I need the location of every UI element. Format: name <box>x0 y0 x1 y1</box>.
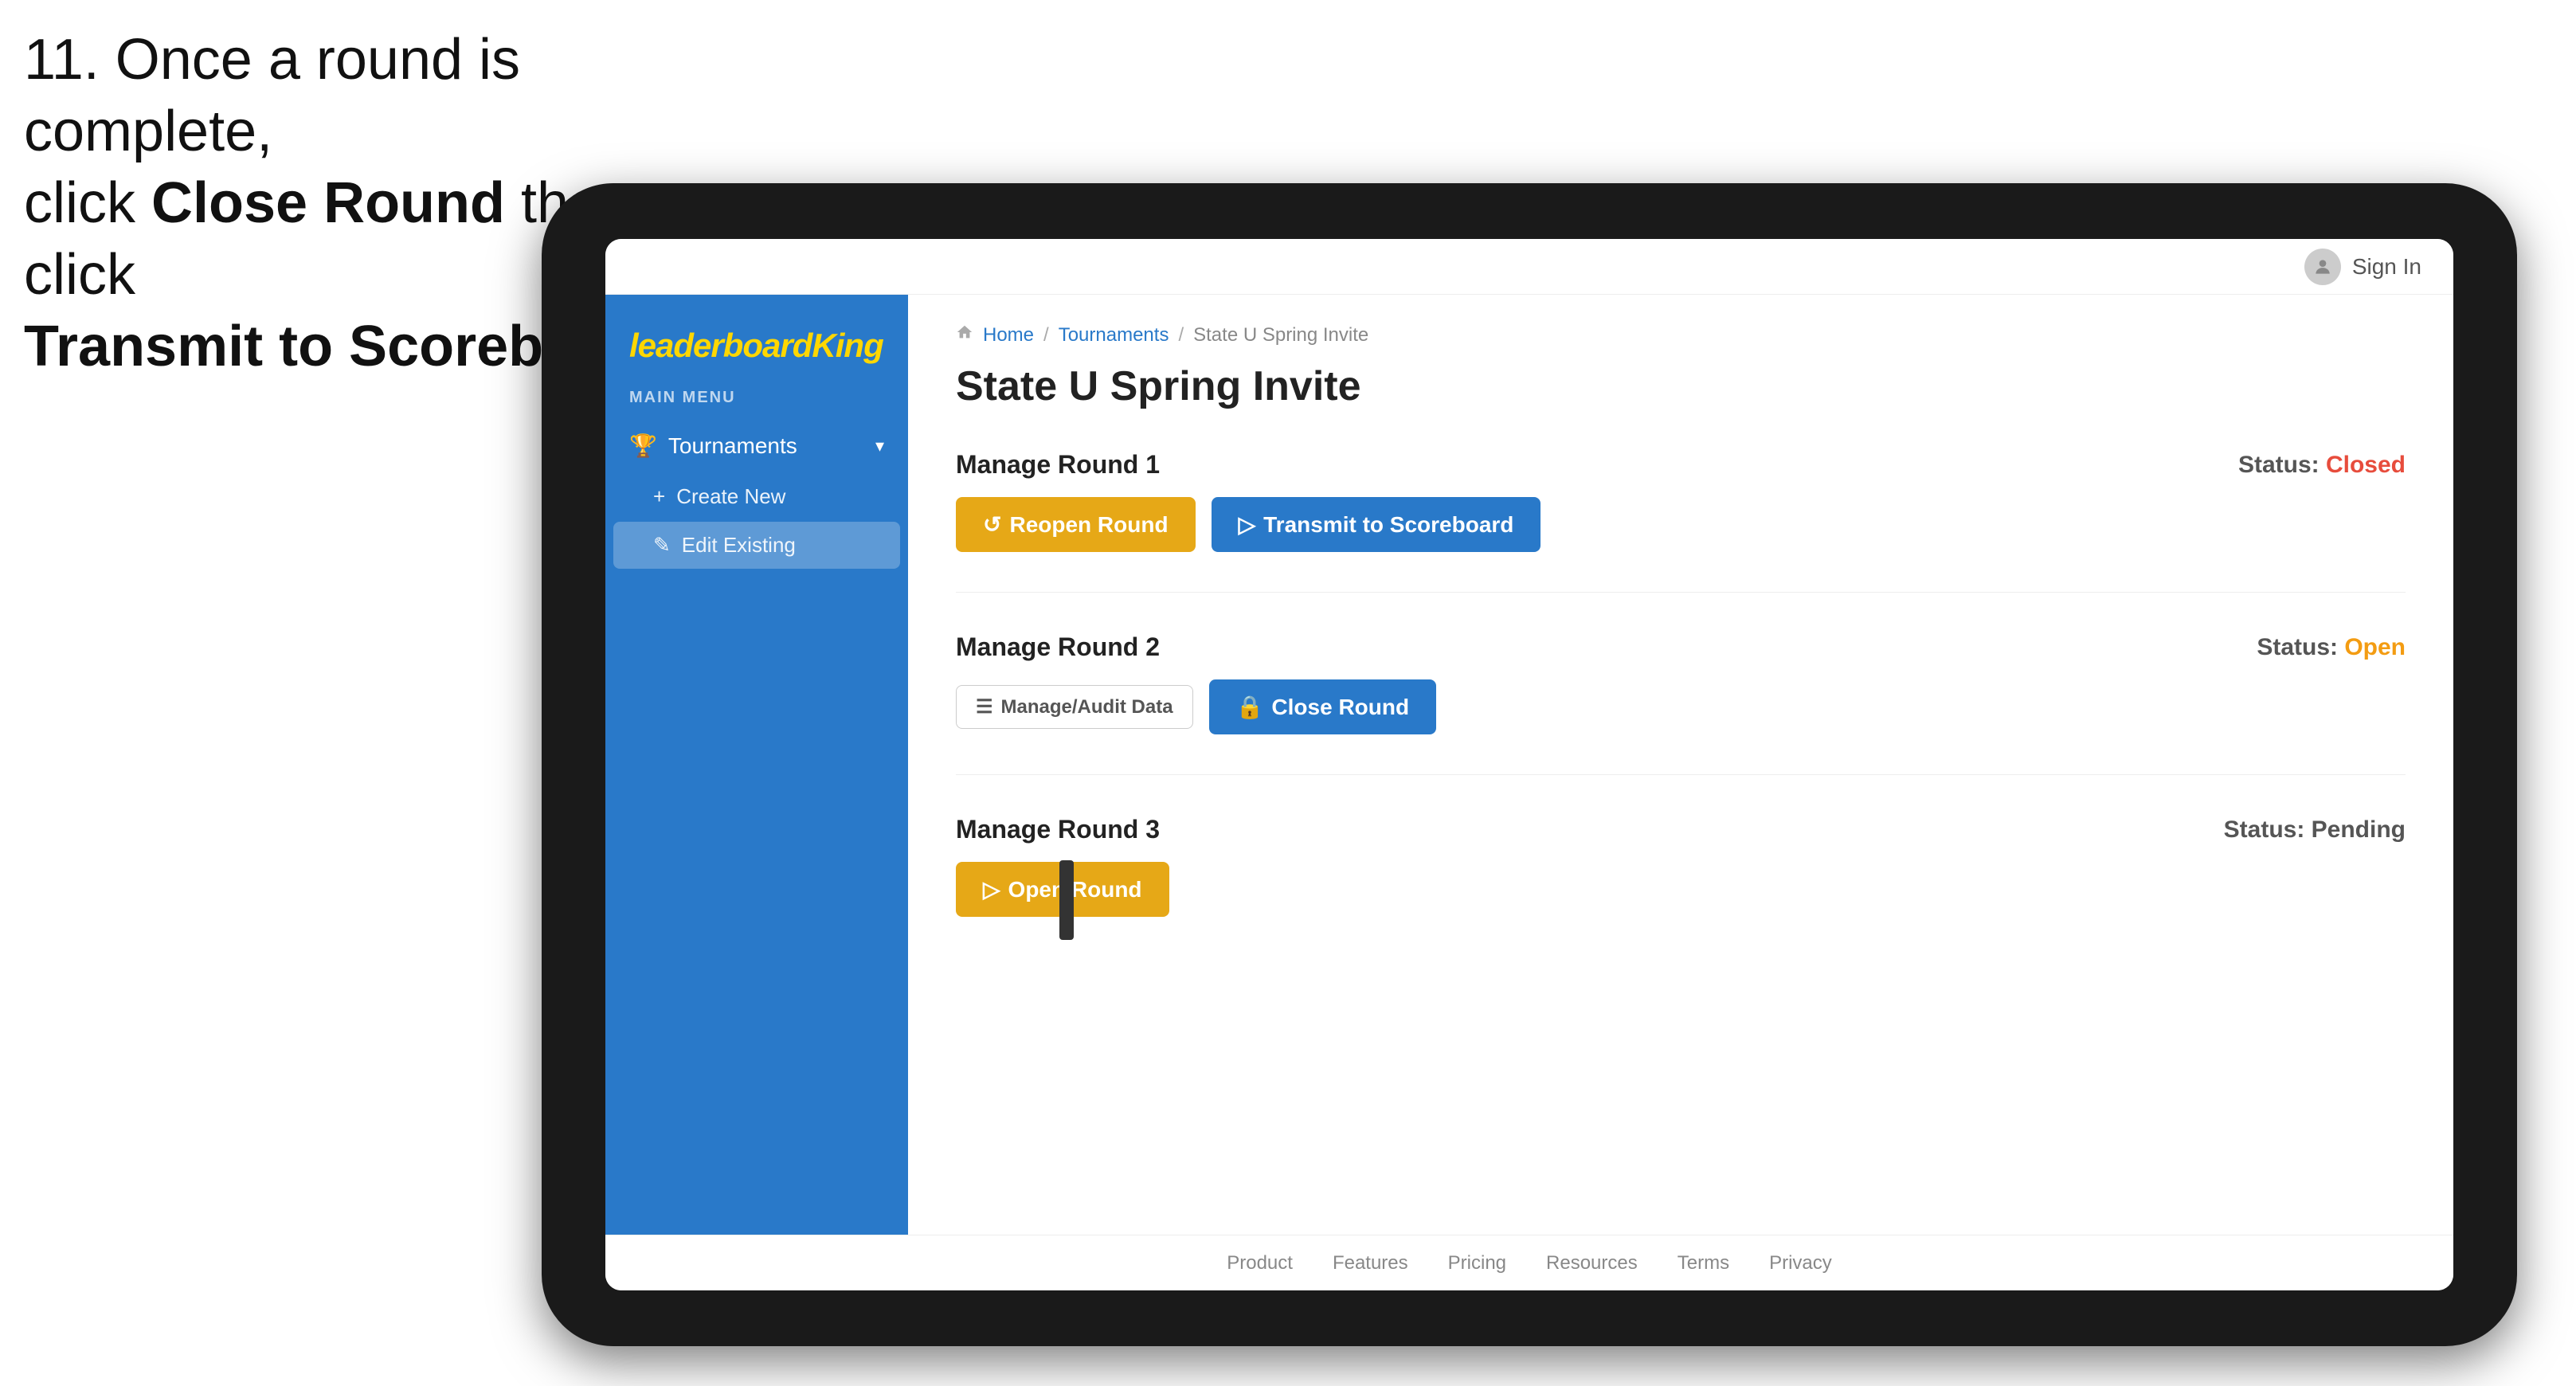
round-3-section: Manage Round 3 Status: Pending ▷ Open Ro… <box>956 815 2406 957</box>
user-avatar-icon <box>2304 249 2341 285</box>
close-round-button[interactable]: 🔒 Close Round <box>1209 679 1437 734</box>
manage-audit-label: Manage/Audit Data <box>1001 696 1173 718</box>
footer: Product Features Pricing Resources Terms… <box>605 1235 2453 1290</box>
tablet-side-button <box>1059 860 1074 940</box>
sidebar-create-new-label: Create New <box>676 484 785 509</box>
breadcrumb-sep2: / <box>1178 324 1184 346</box>
round-2-title: Manage Round 2 <box>956 632 1160 662</box>
reopen-round-button[interactable]: ↺ Reopen Round <box>956 497 1196 552</box>
chevron-down-icon: ▾ <box>875 436 884 456</box>
round-2-section: Manage Round 2 Status: Open ☰ Manage/Aud… <box>956 632 2406 775</box>
round-3-title: Manage Round 3 <box>956 815 1160 844</box>
sidebar: leaderboardKing MAIN MENU 🏆 Tournaments … <box>605 295 908 1235</box>
reopen-icon: ↺ <box>983 511 1001 538</box>
round-2-buttons: ☰ Manage/Audit Data 🔒 Close Round <box>956 679 2406 734</box>
transmit-to-scoreboard-button[interactable]: ▷ Transmit to Scoreboard <box>1212 497 1541 552</box>
tablet-screen: Sign In leaderboardKing MAIN MENU 🏆 Tour… <box>605 239 2453 1290</box>
breadcrumb: Home / Tournaments / State U Spring Invi… <box>956 323 2406 346</box>
main-menu-label: MAIN MENU <box>605 389 908 418</box>
open-icon: ▷ <box>983 876 1000 902</box>
audit-icon: ☰ <box>976 695 993 718</box>
round-1-status-value: Closed <box>2326 452 2406 478</box>
edit-icon: ✎ <box>653 533 671 558</box>
transmit-label: Transmit to Scoreboard <box>1263 512 1513 538</box>
sidebar-edit-existing[interactable]: ✎ Edit Existing <box>613 522 900 569</box>
logo-accent: King <box>812 327 883 364</box>
logo: leaderboardKing <box>629 327 884 365</box>
top-bar: Sign In <box>605 239 2453 295</box>
manage-audit-button[interactable]: ☰ Manage/Audit Data <box>956 685 1193 729</box>
breadcrumb-home <box>956 323 973 346</box>
round-1-header: Manage Round 1 Status: Closed <box>956 450 2406 480</box>
sidebar-item-tournaments[interactable]: 🏆 Tournaments ▾ <box>605 418 908 473</box>
page-title: State U Spring Invite <box>956 362 2406 410</box>
round-3-buttons: ▷ Open Round <box>956 862 2406 917</box>
round-1-section: Manage Round 1 Status: Closed ↺ Reopen R… <box>956 450 2406 593</box>
sidebar-tournaments-label: Tournaments <box>668 433 797 459</box>
footer-privacy[interactable]: Privacy <box>1769 1252 1832 1274</box>
close-icon: 🔒 <box>1236 694 1264 720</box>
instruction-bold1: Close Round <box>151 171 505 235</box>
sidebar-edit-existing-label: Edit Existing <box>682 533 796 558</box>
breadcrumb-tournaments-link[interactable]: Tournaments <box>1059 324 1169 346</box>
close-round-label: Close Round <box>1271 695 1409 720</box>
round-3-status: Status: Pending <box>2224 816 2406 844</box>
transmit-icon: ▷ <box>1239 511 1256 538</box>
round-2-header: Manage Round 2 Status: Open <box>956 632 2406 662</box>
footer-terms[interactable]: Terms <box>1678 1252 1729 1274</box>
open-round-label: Open Round <box>1008 877 1142 902</box>
breadcrumb-current: State U Spring Invite <box>1193 324 1368 346</box>
footer-features[interactable]: Features <box>1333 1252 1408 1274</box>
logo-main: leaderboard <box>629 327 812 364</box>
content-area: Home / Tournaments / State U Spring Invi… <box>908 295 2453 1235</box>
footer-resources[interactable]: Resources <box>1546 1252 1638 1274</box>
round-2-status-value: Open <box>2344 634 2406 660</box>
round-3-header: Manage Round 3 Status: Pending <box>956 815 2406 844</box>
tablet-frame: Sign In leaderboardKing MAIN MENU 🏆 Tour… <box>542 183 2517 1346</box>
sign-in-label[interactable]: Sign In <box>2352 254 2421 280</box>
instruction-line1: 11. Once a round is complete, <box>24 28 520 163</box>
logo-area: leaderboardKing <box>605 319 908 389</box>
sidebar-create-new[interactable]: + Create New <box>605 473 908 520</box>
footer-product[interactable]: Product <box>1227 1252 1293 1274</box>
footer-pricing[interactable]: Pricing <box>1448 1252 1506 1274</box>
round-1-title: Manage Round 1 <box>956 450 1160 480</box>
round-3-status-value: Pending <box>2312 816 2406 843</box>
main-area: leaderboardKing MAIN MENU 🏆 Tournaments … <box>605 295 2453 1235</box>
round-1-status: Status: Closed <box>2238 452 2406 479</box>
round-1-buttons: ↺ Reopen Round ▷ Transmit to Scoreboard <box>956 497 2406 552</box>
breadcrumb-home-link[interactable]: Home <box>983 324 1034 346</box>
breadcrumb-sep1: / <box>1043 324 1049 346</box>
sign-in-area[interactable]: Sign In <box>2304 249 2421 285</box>
reopen-round-label: Reopen Round <box>1009 512 1168 538</box>
plus-icon: + <box>653 484 665 509</box>
trophy-icon: 🏆 <box>629 433 657 459</box>
round-2-status: Status: Open <box>2257 634 2406 661</box>
